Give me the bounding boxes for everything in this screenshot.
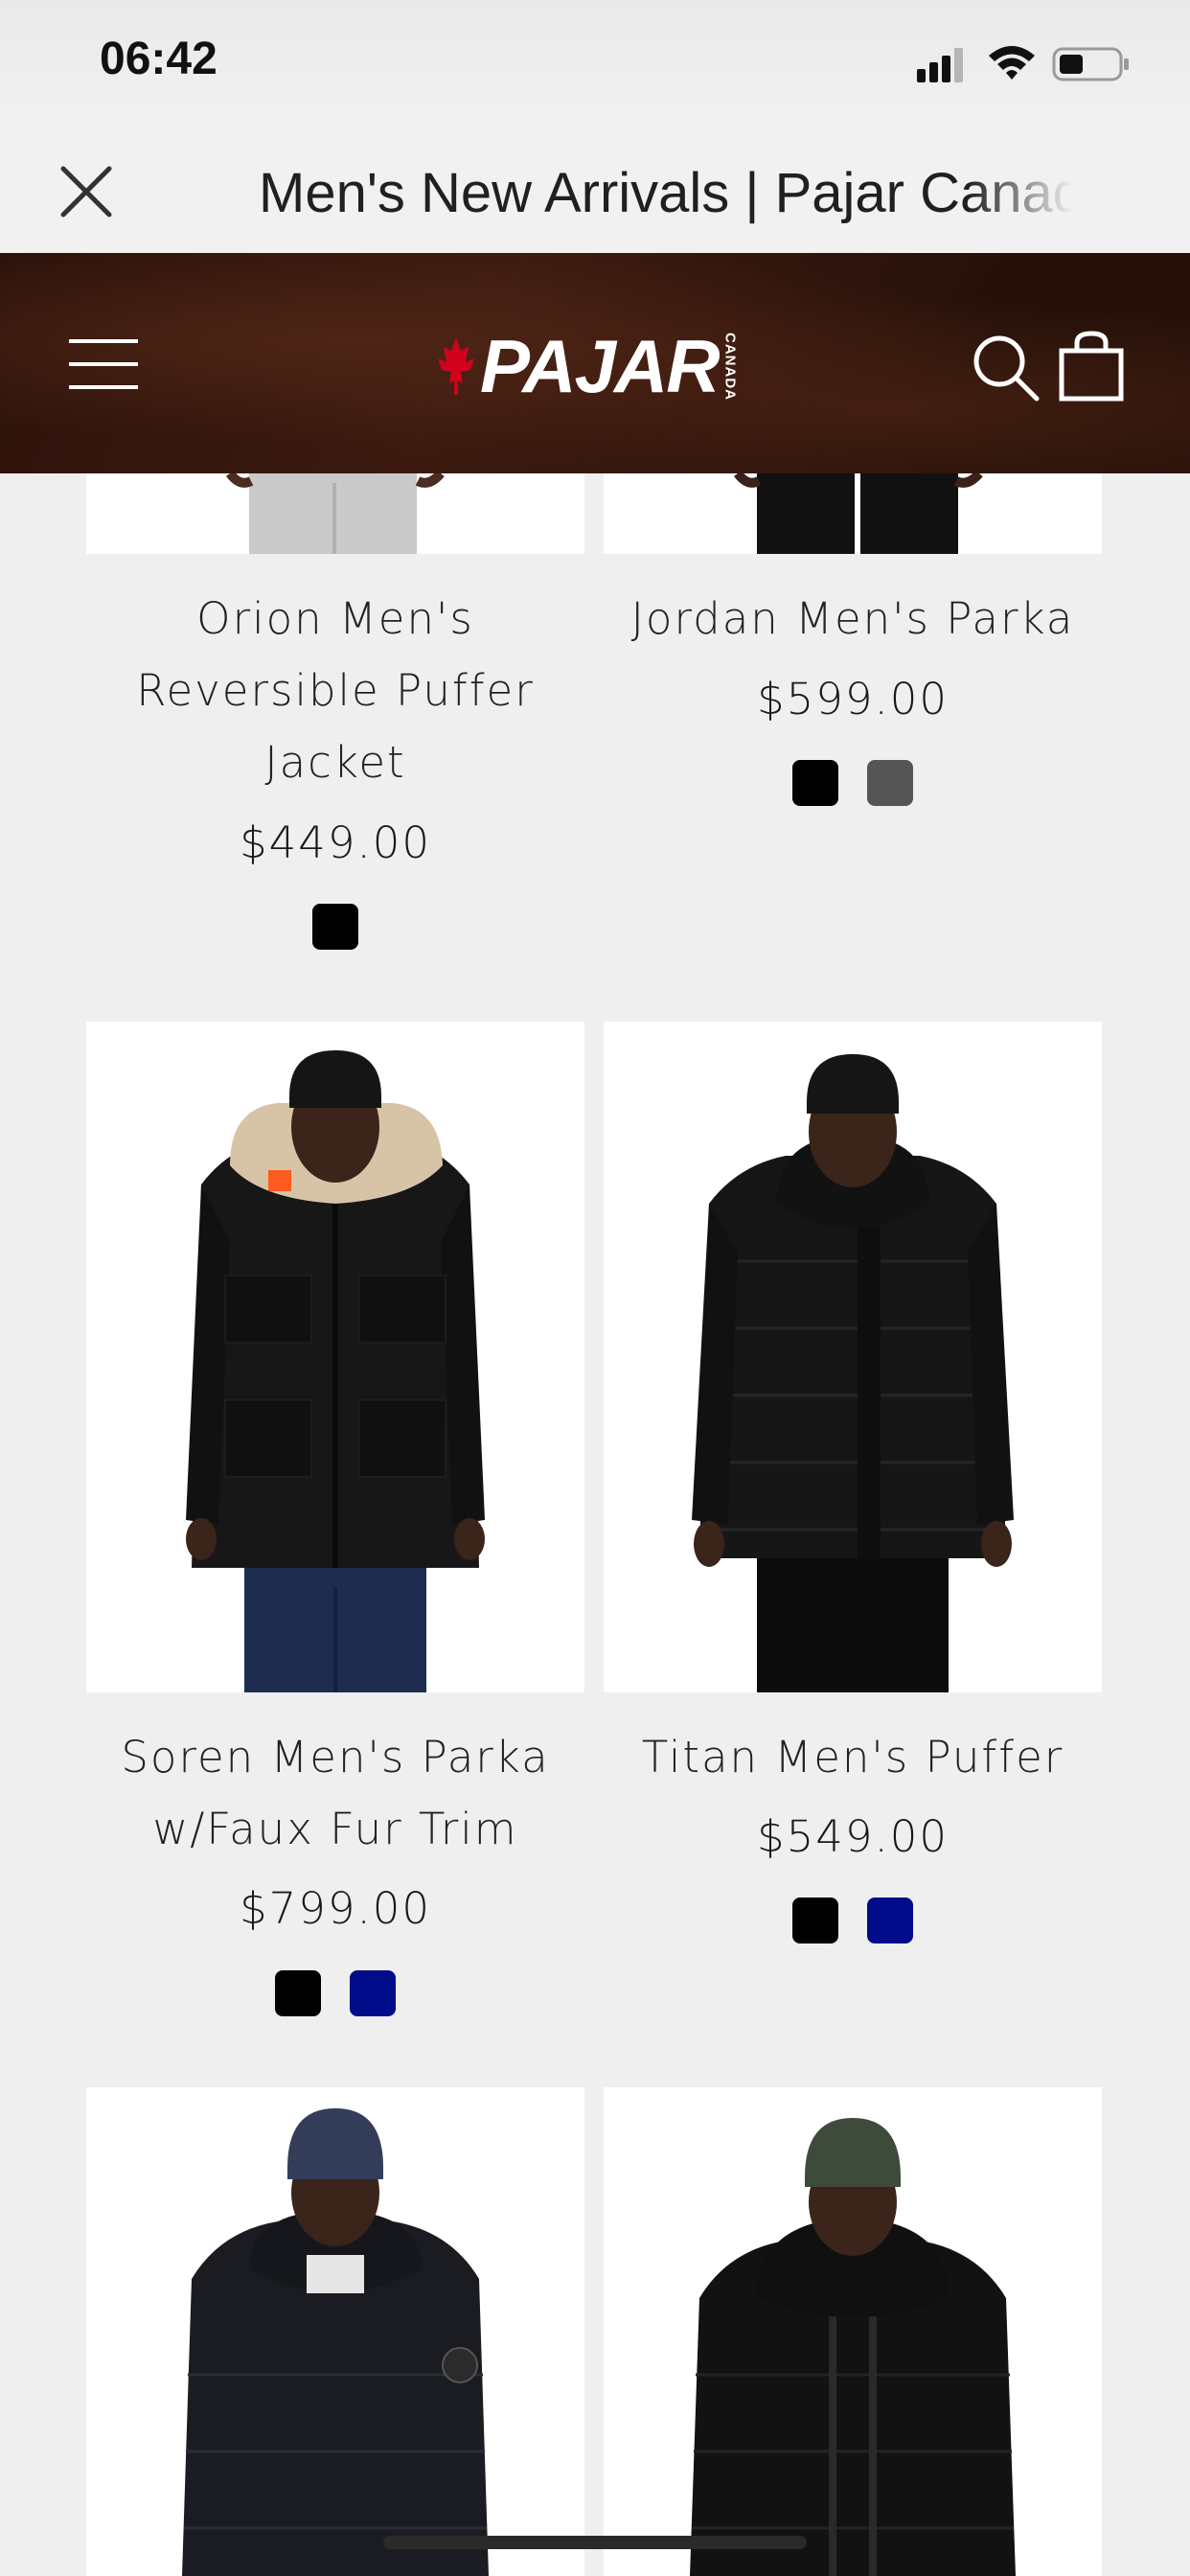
swatch-black[interactable] — [275, 1970, 321, 2016]
product-title-titan[interactable]: Titan Men's Puffer — [604, 1721, 1102, 1793]
color-swatches-jordan — [604, 760, 1102, 806]
color-swatches-titan — [604, 1898, 1102, 1944]
logo-subtext: CANADA — [721, 332, 739, 401]
product-photo — [690, 2118, 1016, 2576]
search-icon[interactable] — [970, 332, 1041, 402]
product-image-row3-right[interactable] — [604, 2087, 1102, 2576]
product-photo — [692, 1054, 1014, 1692]
swatch-grey[interactable] — [867, 760, 913, 806]
swatch-black[interactable] — [312, 904, 358, 950]
shopping-bag-icon[interactable] — [1058, 330, 1125, 402]
battery-icon — [1052, 47, 1129, 81]
product-photo — [186, 1050, 485, 1692]
product-image-row3-left[interactable] — [86, 2087, 584, 2576]
product-price-jordan: $599.00 — [756, 674, 950, 724]
swatch-navy[interactable] — [350, 1970, 396, 2016]
browser-bar: Men's New Arrivals | Pajar Canada — [0, 134, 1190, 253]
product-photo — [182, 2108, 489, 2576]
product-photo — [733, 473, 983, 554]
product-price-soren: $799.00 — [239, 1883, 432, 1934]
swatch-navy[interactable] — [867, 1898, 913, 1944]
home-indicator — [383, 2536, 807, 2549]
product-title-jordan[interactable]: Jordan Men's Parka — [604, 583, 1102, 655]
pajar-logo[interactable]: PAJAR CANADA — [436, 324, 739, 408]
swatch-black[interactable] — [792, 1898, 838, 1944]
maple-leaf-icon — [438, 337, 474, 395]
product-image-titan[interactable] — [604, 1022, 1102, 1692]
status-bar: 06:42 — [0, 0, 1190, 134]
swatch-black[interactable] — [792, 760, 838, 806]
color-swatches-orion — [86, 904, 584, 950]
wifi-icon — [989, 46, 1035, 80]
hamburger-menu-icon[interactable] — [67, 337, 140, 391]
cellular-signal-icon — [917, 48, 963, 82]
status-time: 06:42 — [100, 34, 217, 84]
logo-text: PAJAR — [480, 323, 721, 408]
color-swatches-soren — [86, 1970, 584, 2016]
product-title-orion[interactable]: Orion Men's Reversible Puffer Jacket — [86, 583, 584, 798]
product-price-orion: $449.00 — [239, 817, 432, 868]
product-image-soren[interactable] — [86, 1022, 584, 1692]
product-image-orion[interactable] — [86, 473, 584, 554]
product-photo — [225, 473, 445, 554]
product-title-soren[interactable]: Soren Men's Parka w/Faux Fur Trim — [86, 1721, 584, 1865]
product-price-titan: $549.00 — [756, 1811, 950, 1862]
page-title: Men's New Arrivals | Pajar Canada — [259, 155, 1073, 232]
site-header: PAJAR CANADA — [0, 253, 1190, 473]
close-icon[interactable] — [56, 161, 117, 222]
product-image-jordan[interactable] — [604, 473, 1102, 554]
